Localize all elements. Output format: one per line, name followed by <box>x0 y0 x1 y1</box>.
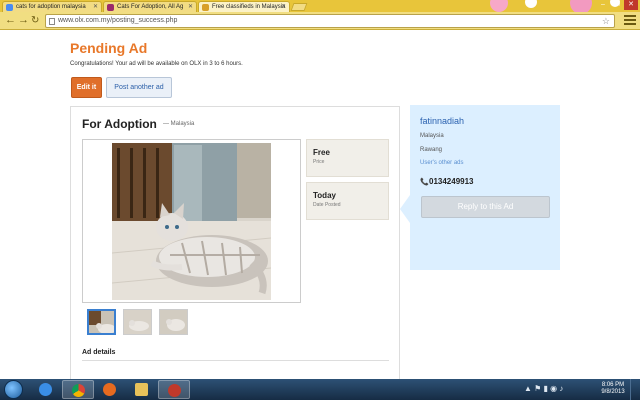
taskbar-firefox[interactable] <box>94 380 126 399</box>
date-posted-box: Today Date Posted <box>306 182 389 220</box>
phone-number: 0134249913 <box>429 177 474 186</box>
back-icon[interactable]: ← <box>5 14 16 27</box>
seller-name[interactable]: fatinnadiah <box>420 116 464 126</box>
taskbar-ie[interactable] <box>30 380 62 399</box>
ad-photo-frame <box>82 139 301 303</box>
congrats-message: Congratulations! Your ad will be availab… <box>70 61 243 67</box>
browser-toolbar: ← → ↻ www.olx.com.my/posting_success.php… <box>0 12 640 30</box>
internet-explorer-icon <box>39 383 52 396</box>
close-icon[interactable]: ✕ <box>93 2 98 12</box>
show-desktop-button[interactable] <box>630 379 640 400</box>
taskbar-chrome[interactable] <box>62 380 94 399</box>
panel-pointer <box>400 195 410 223</box>
maximize-icon[interactable]: ▭ <box>610 0 624 10</box>
seller-phone: 📞 0134249913 <box>420 177 474 186</box>
date-label: Date Posted <box>313 202 341 208</box>
menu-icon[interactable] <box>624 15 636 27</box>
divider <box>82 360 389 361</box>
taskbar: ▲ ⚑ ▮ ◉ ♪ 8:06 PM 9/8/2013 <box>0 379 640 400</box>
ad-location: — Malaysia <box>163 121 195 127</box>
seller-other-ads-link[interactable]: User's other ads <box>420 160 464 166</box>
ad-title: For Adoption <box>82 117 157 131</box>
seller-city: Rawang <box>420 147 443 153</box>
ad-details-heading: Ad details <box>82 349 116 356</box>
reload-icon[interactable]: ↻ <box>31 14 39 27</box>
price-box: Free Price <box>306 139 389 177</box>
seller-panel: fatinnadiah Malaysia Rawang User's other… <box>400 105 560 270</box>
close-window-icon[interactable]: ✕ <box>624 0 638 10</box>
google-icon <box>6 4 13 11</box>
photo-thumbnail[interactable] <box>123 309 152 335</box>
olx-icon <box>107 4 114 11</box>
tab-free-classifieds[interactable]: Free classifieds in Malaysia ✕ <box>198 1 290 12</box>
tab-label: Cats For Adoption, All Ag <box>117 4 184 10</box>
cat-photo[interactable] <box>112 143 271 300</box>
photo-thumbnail[interactable] <box>87 309 116 335</box>
new-tab-button[interactable] <box>290 3 308 11</box>
address-bar[interactable]: www.olx.com.my/posting_success.php ☆ <box>45 14 615 28</box>
bookmark-star-icon[interactable]: ☆ <box>602 15 610 27</box>
reply-button[interactable]: Reply to this Ad <box>421 196 550 218</box>
screen: cats for adoption malaysia ✕ Cats For Ad… <box>0 0 640 400</box>
firefox-icon <box>103 383 116 396</box>
page-content: Pending Ad Congratulations! Your ad will… <box>0 31 640 379</box>
page-icon <box>49 18 55 25</box>
address-url: www.olx.com.my/posting_success.php <box>58 17 178 24</box>
photo-thumbnail[interactable] <box>159 309 188 335</box>
phone-icon: 📞 <box>420 179 429 186</box>
price-label: Price <box>313 159 325 165</box>
ad-panel: For Adoption — Malaysia Free Price Today… <box>70 106 400 379</box>
edit-ad-button[interactable]: Edit it <box>71 77 102 98</box>
seller-country: Malaysia <box>420 133 444 139</box>
clock-date: 9/8/2013 <box>601 389 625 395</box>
browser-tab-strip: cats for adoption malaysia ✕ Cats For Ad… <box>0 0 640 12</box>
clock-time: 8:06 PM <box>601 382 625 388</box>
post-another-ad-button[interactable]: Post another ad <box>106 77 172 98</box>
forward-icon[interactable]: → <box>18 14 29 27</box>
app-icon <box>168 384 181 397</box>
taskbar-app[interactable] <box>158 380 190 399</box>
page-title: Pending Ad <box>70 40 148 56</box>
tab-label: cats for adoption malaysia <box>16 4 86 10</box>
close-icon[interactable]: ✕ <box>188 2 193 12</box>
tab-search[interactable]: cats for adoption malaysia ✕ <box>2 1 102 12</box>
taskbar-explorer[interactable] <box>126 380 158 399</box>
olx-icon <box>202 4 209 11</box>
date-value: Today <box>313 191 336 200</box>
price-value: Free <box>313 148 330 157</box>
close-icon[interactable]: ✕ <box>281 2 286 12</box>
tab-label: Free classifieds in Malaysia <box>212 4 286 10</box>
cat-photo-image <box>112 143 271 300</box>
system-tray[interactable]: ▲ ⚑ ▮ ◉ ♪ <box>524 384 563 393</box>
chrome-icon <box>72 384 85 397</box>
folder-icon <box>135 383 148 396</box>
clock[interactable]: 8:06 PM 9/8/2013 <box>600 382 626 396</box>
start-button[interactable] <box>4 380 23 399</box>
tab-cats-for-adoption[interactable]: Cats For Adoption, All Ag ✕ <box>103 1 197 12</box>
minimize-icon[interactable]: – <box>596 0 610 10</box>
